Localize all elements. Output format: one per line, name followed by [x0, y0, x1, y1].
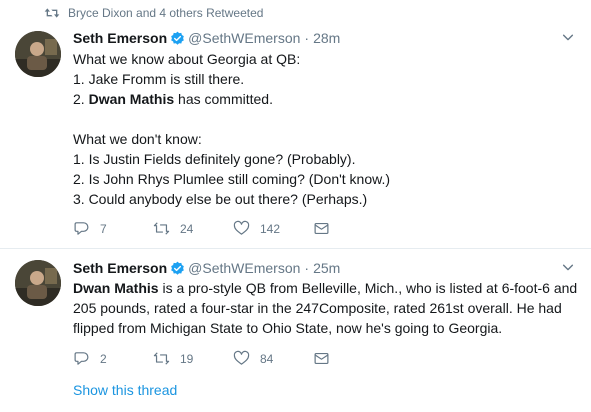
avatar[interactable]	[15, 260, 61, 306]
author-name[interactable]: Seth Emerson	[73, 260, 167, 276]
tweet-actions: 2 19 84	[73, 350, 330, 367]
reply-icon	[74, 222, 89, 235]
retweet-context[interactable]: Bryce Dixon and 4 others Retweeted	[44, 6, 263, 20]
like-button[interactable]: 142	[233, 220, 313, 237]
tweet-content: Seth Emerson @SethWEmerson · 28m What we…	[73, 28, 575, 209]
verified-badge-icon	[171, 31, 184, 45]
author-handle[interactable]: @SethWEmerson	[188, 30, 300, 46]
direct-message-button[interactable]	[313, 220, 330, 237]
avatar-image	[15, 260, 61, 306]
retweet-context-text: Bryce Dixon and 4 others Retweeted	[68, 6, 264, 20]
reply-button[interactable]: 2	[73, 350, 153, 367]
retweet-count: 19	[180, 351, 194, 366]
tweet-header: Seth Emerson @SethWEmerson · 28m	[73, 28, 575, 48]
reply-count: 2	[100, 351, 107, 366]
tweet-text: What we know about Georgia at QB: 1. Jak…	[73, 49, 575, 209]
chevron-down-icon[interactable]	[561, 260, 575, 274]
author-handle[interactable]: @SethWEmerson	[188, 260, 300, 276]
tweet-text: Dwan Mathis is a pro-style QB from Belle…	[73, 278, 578, 338]
tweet-text-line: What we know about Georgia at QB:	[73, 51, 301, 67]
tweet-text-line: 2. Dwan Mathis has committed.	[73, 89, 575, 109]
tweet-text-segment: is a pro-style QB from Belleville, Mich.…	[158, 280, 578, 296]
tweet-text-line: Dwan Mathis is a pro-style QB from Belle…	[73, 278, 578, 298]
tweet-text-line: 3. Could anybody else be out there? (Per…	[73, 191, 368, 207]
retweet-button[interactable]: 19	[153, 350, 233, 367]
reply-icon	[74, 352, 89, 365]
avatar-image	[15, 31, 61, 77]
retweet-button[interactable]: 24	[153, 220, 233, 237]
reply-count: 7	[100, 221, 107, 236]
direct-message-button[interactable]	[313, 350, 330, 367]
show-thread-link[interactable]: Show this thread	[73, 382, 177, 398]
author-name[interactable]: Seth Emerson	[73, 30, 167, 46]
tweet-header: Seth Emerson @SethWEmerson · 25m	[73, 258, 575, 278]
heart-icon	[233, 220, 250, 235]
tweet-content: Seth Emerson @SethWEmerson · 25m Dwan Ma…	[73, 258, 578, 338]
retweet-count: 24	[180, 221, 194, 236]
tweet-text-line: 2. Is John Rhys Plumlee still coming? (D…	[73, 171, 391, 187]
tweet-text-line: 205 pounds, rated a four-star in the 247…	[73, 300, 562, 316]
timeline: Bryce Dixon and 4 others Retweeted Seth …	[0, 0, 591, 412]
separator-dot: ·	[304, 30, 310, 46]
like-count: 142	[260, 221, 281, 236]
list-prefix: 2.	[73, 91, 89, 107]
tweet[interactable]: Bryce Dixon and 4 others Retweeted Seth …	[0, 0, 591, 249]
envelope-icon	[314, 352, 329, 365]
chevron-down-icon[interactable]	[561, 30, 575, 44]
tweet-text-line: 1. Is Justin Fields definitely gone? (Pr…	[73, 151, 356, 167]
tweet-timestamp[interactable]: 25m	[313, 260, 340, 276]
envelope-icon	[314, 222, 329, 235]
bold-name: Dwan Mathis	[88, 91, 175, 107]
verified-badge-icon	[171, 261, 184, 275]
like-button[interactable]: 84	[233, 350, 313, 367]
retweet-icon	[153, 222, 170, 235]
tweet[interactable]: Seth Emerson @SethWEmerson · 25m Dwan Ma…	[0, 250, 591, 412]
tweet-text-line: 1. Jake Fromm is still there.	[73, 71, 245, 87]
tweet-actions: 7 24 142	[73, 220, 330, 237]
avatar[interactable]	[15, 31, 61, 77]
retweet-icon	[153, 352, 170, 365]
tweet-text-line: What we don't know:	[73, 131, 202, 147]
retweet-icon	[44, 8, 60, 18]
tweet-timestamp[interactable]: 28m	[313, 30, 340, 46]
reply-button[interactable]: 7	[73, 220, 153, 237]
like-count: 84	[260, 351, 274, 366]
tweet-text-line: flipped from Michigan State to Ohio Stat…	[73, 320, 503, 336]
list-suffix: has committed.	[174, 91, 273, 107]
heart-icon	[233, 350, 250, 365]
bold-name: Dwan Mathis	[73, 280, 159, 296]
separator-dot: ·	[304, 260, 310, 276]
